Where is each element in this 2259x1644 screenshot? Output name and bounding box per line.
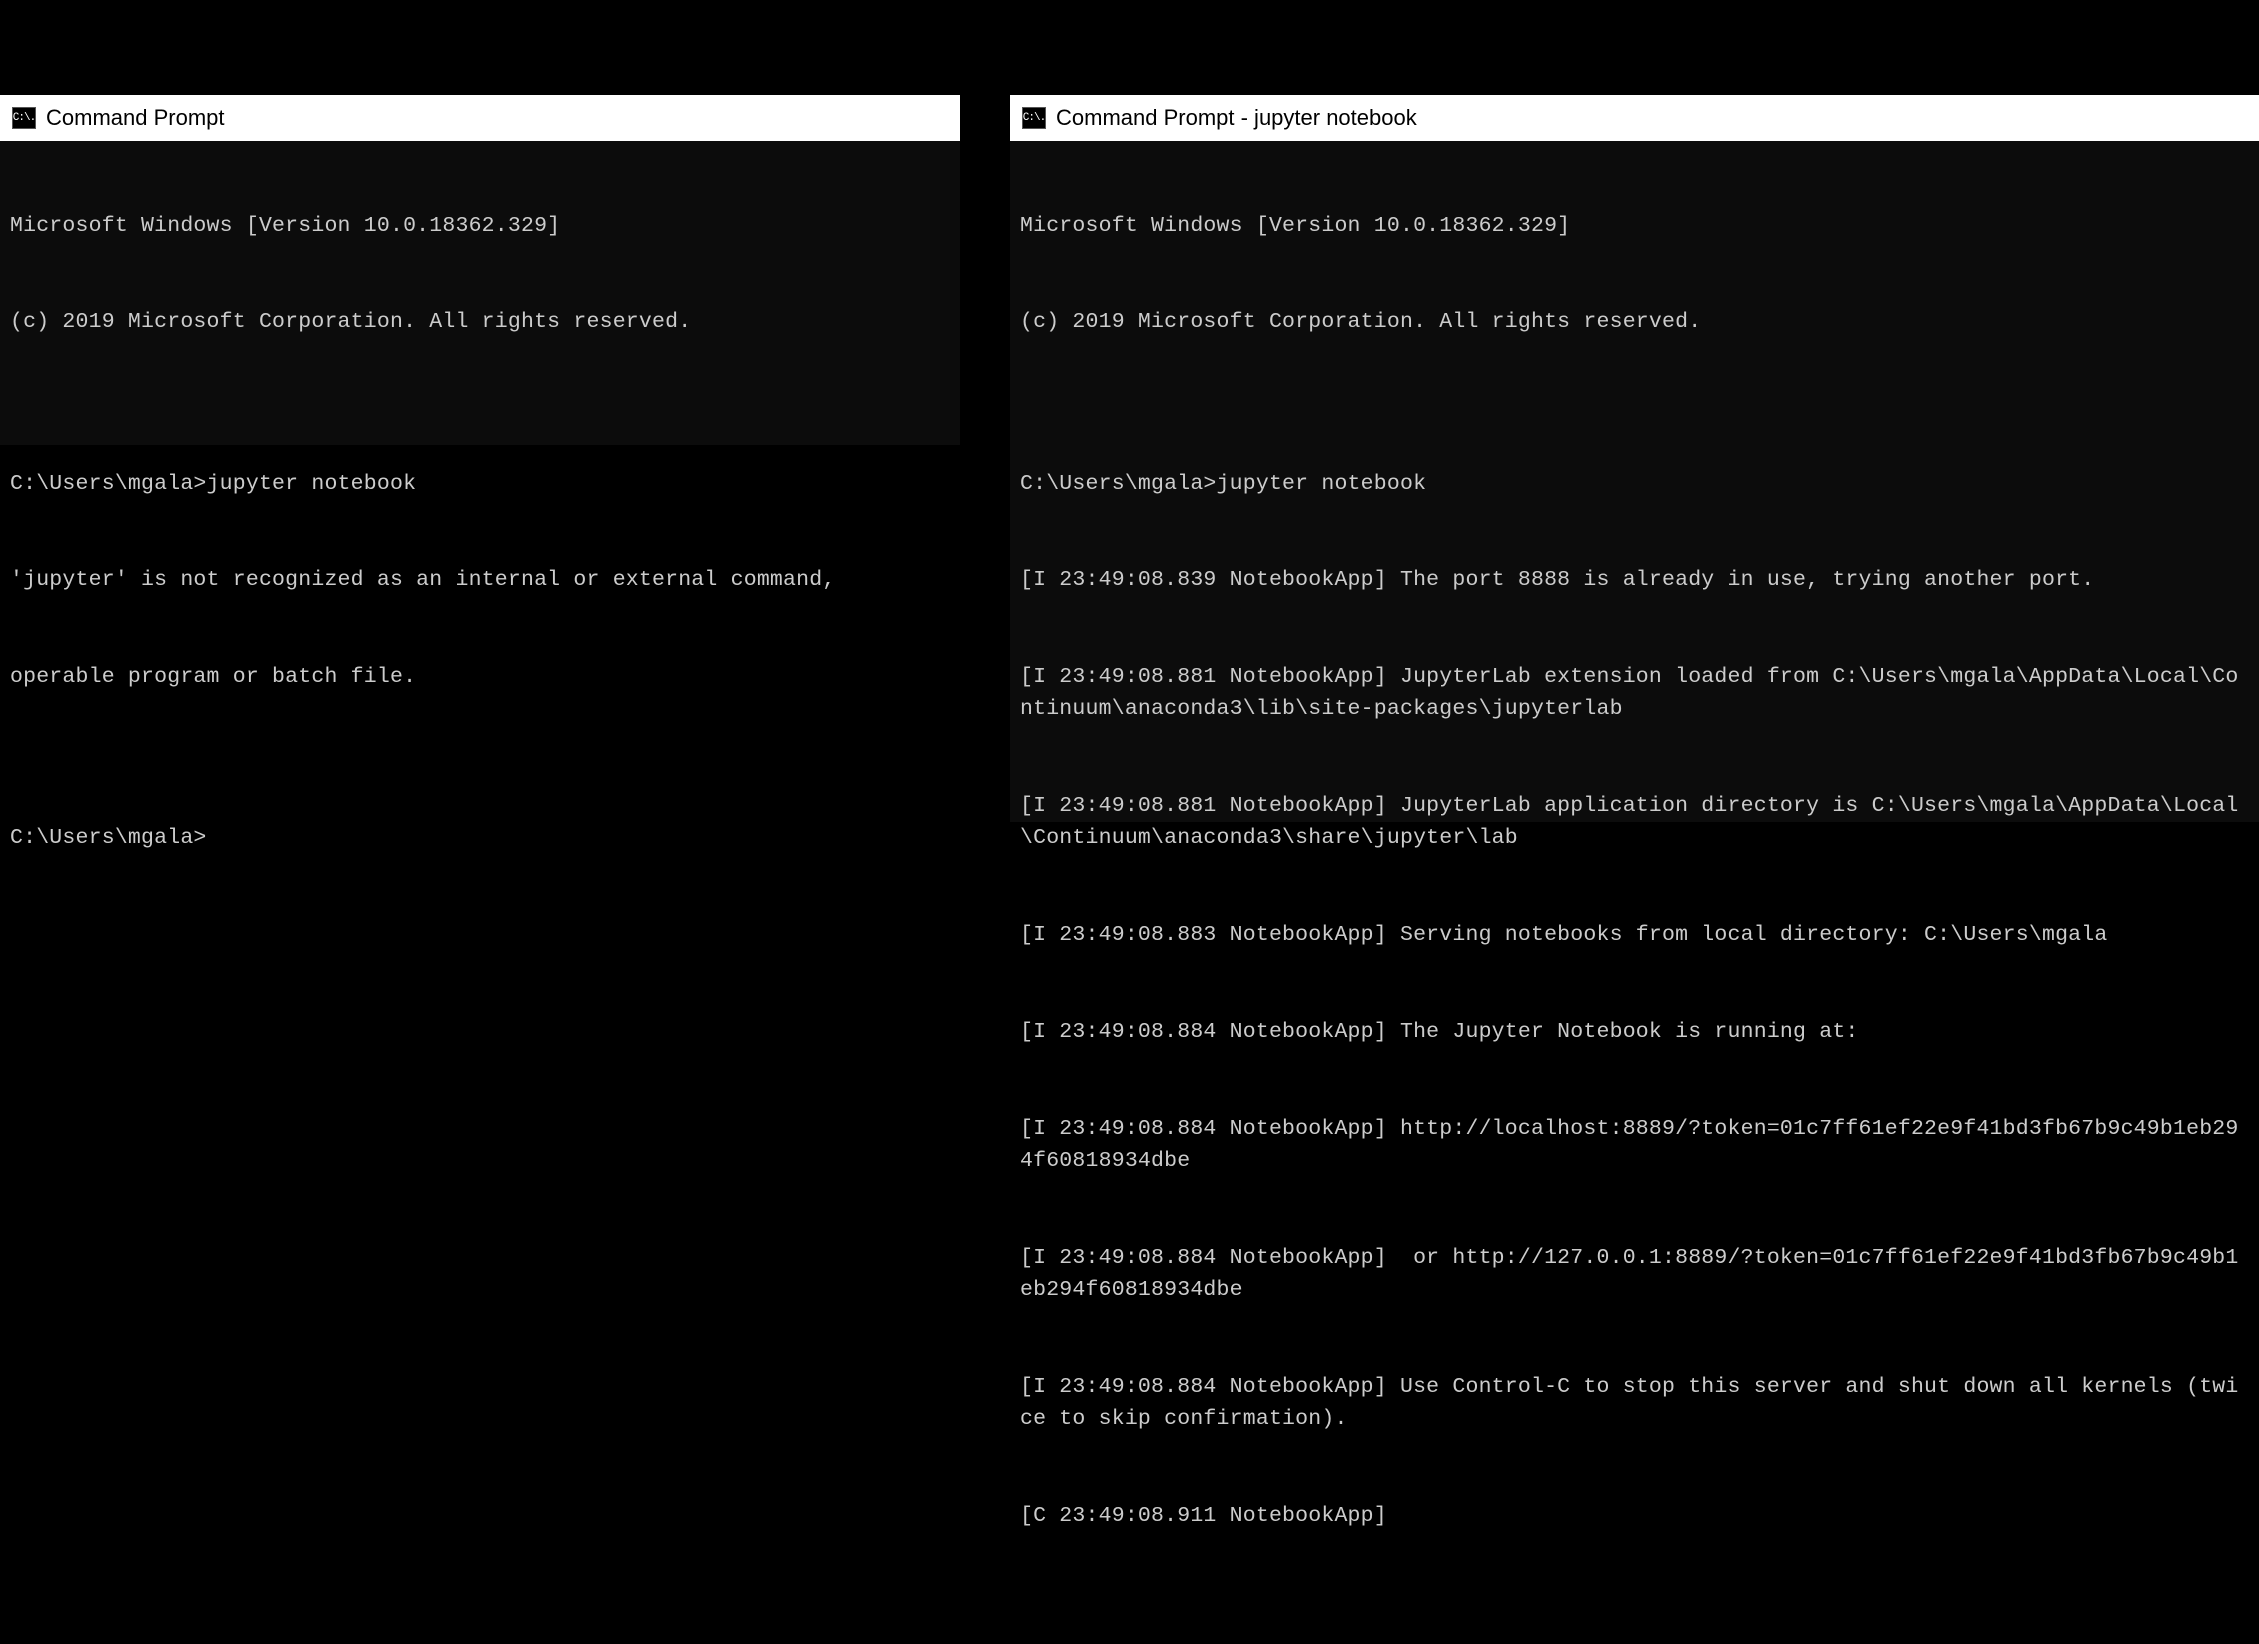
terminal-output-right[interactable]: Microsoft Windows [Version 10.0.18362.32…: [1010, 141, 2259, 1644]
terminal-line: C:\Users\mgala>jupyter notebook: [1020, 468, 2249, 500]
title-bar-right[interactable]: C:\. Command Prompt - jupyter notebook: [1010, 95, 2259, 141]
window-title-left: Command Prompt: [46, 105, 225, 131]
terminal-line: [I 23:49:08.881 NotebookApp] JupyterLab …: [1020, 661, 2249, 726]
terminal-line: [I 23:49:08.884 NotebookApp] Use Control…: [1020, 1371, 2249, 1436]
terminal-line: Microsoft Windows [Version 10.0.18362.32…: [1020, 210, 2249, 242]
terminal-line: (c) 2019 Microsoft Corporation. All righ…: [1020, 306, 2249, 338]
command-prompt-window-right: C:\. Command Prompt - jupyter notebook M…: [1010, 95, 2259, 822]
command-prompt-window-left: C:\. Command Prompt Microsoft Windows [V…: [0, 95, 960, 445]
window-title-right: Command Prompt - jupyter notebook: [1056, 105, 1417, 131]
terminal-line: [I 23:49:08.884 NotebookApp] The Jupyter…: [1020, 1016, 2249, 1048]
terminal-line: [I 23:49:08.881 NotebookApp] JupyterLab …: [1020, 790, 2249, 855]
terminal-line: Microsoft Windows [Version 10.0.18362.32…: [10, 210, 950, 242]
terminal-line: (c) 2019 Microsoft Corporation. All righ…: [10, 306, 950, 338]
terminal-line: 'jupyter' is not recognized as an intern…: [10, 564, 950, 596]
terminal-line: [I 23:49:08.883 NotebookApp] Serving not…: [1020, 919, 2249, 951]
terminal-line: [I 23:49:08.884 NotebookApp] http://loca…: [1020, 1113, 2249, 1178]
cmd-icon: C:\.: [12, 107, 36, 129]
terminal-line: C:\Users\mgala>jupyter notebook: [10, 468, 950, 500]
terminal-line: [C 23:49:08.911 NotebookApp]: [1020, 1500, 2249, 1532]
terminal-output-left[interactable]: Microsoft Windows [Version 10.0.18362.32…: [0, 141, 960, 923]
terminal-line: operable program or batch file.: [10, 661, 950, 693]
terminal-line: [I 23:49:08.884 NotebookApp] or http://1…: [1020, 1242, 2249, 1307]
terminal-line: [I 23:49:08.839 NotebookApp] The port 88…: [1020, 564, 2249, 596]
terminal-line: C:\Users\mgala>: [10, 822, 950, 854]
title-bar-left[interactable]: C:\. Command Prompt: [0, 95, 960, 141]
cmd-icon: C:\.: [1022, 107, 1046, 129]
